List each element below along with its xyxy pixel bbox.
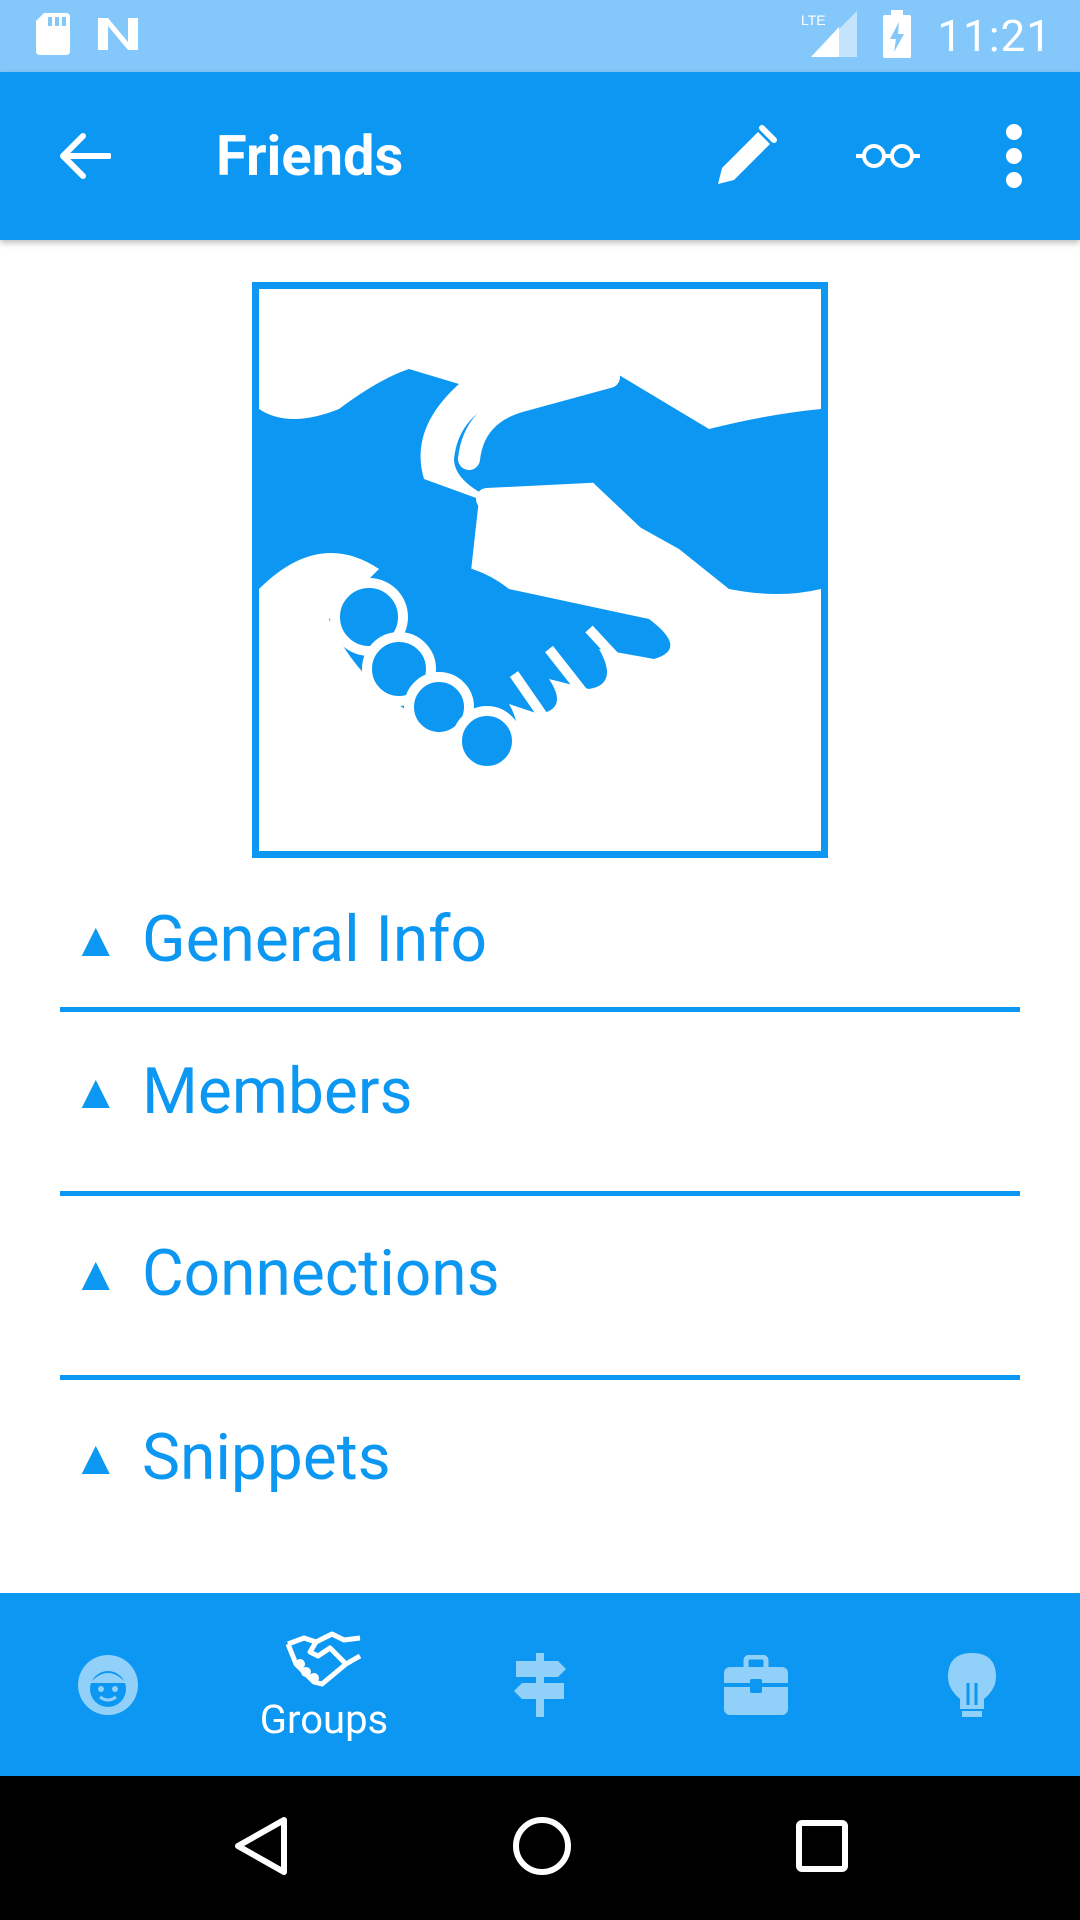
nav-item-work[interactable]: [648, 1593, 864, 1776]
section-general-info[interactable]: ▲ General Info: [60, 878, 1020, 1012]
briefcase-icon: [724, 1654, 788, 1715]
arrow-back-icon: [60, 133, 111, 179]
more-vert-icon: [1006, 124, 1022, 188]
n-notification-icon: [96, 14, 140, 58]
svg-text:LTE: LTE: [801, 12, 826, 28]
section-label: General Info: [142, 902, 487, 977]
back-button[interactable]: [48, 120, 120, 192]
collapse-arrow-icon: ▲: [72, 1429, 120, 1486]
nav-item-people[interactable]: [0, 1593, 216, 1776]
section-connections[interactable]: ▲ Connections: [60, 1196, 1020, 1380]
page-title: Friends: [216, 123, 404, 189]
bottom-navigation: Groups: [0, 1593, 1080, 1776]
section-label: Connections: [142, 1236, 500, 1311]
back-triangle-icon[interactable]: [232, 1816, 288, 1880]
lte-signal-icon: LTE: [801, 11, 858, 61]
section-snippets[interactable]: ▲ Snippets: [60, 1380, 1020, 1560]
nav-label: Groups: [259, 1696, 389, 1743]
group-image[interactable]: [252, 282, 828, 858]
section-label: Snippets: [142, 1420, 391, 1495]
handshake-icon: [259, 366, 821, 776]
signpost-icon: [514, 1652, 566, 1717]
nav-item-groups[interactable]: Groups: [216, 1593, 432, 1776]
status-time: 11:21: [937, 10, 1052, 62]
recents-square-icon[interactable]: [796, 1820, 848, 1876]
sd-card-icon: [36, 13, 70, 59]
handshake-icon: [286, 1631, 362, 1687]
glasses-icon: [856, 144, 920, 168]
app-bar: Friends: [0, 72, 1080, 240]
nav-item-signpost[interactable]: [432, 1593, 648, 1776]
edit-button[interactable]: [706, 116, 786, 196]
system-navigation-bar: [0, 1776, 1080, 1920]
section-members[interactable]: ▲ Members: [60, 1012, 1020, 1196]
collapse-arrow-icon: ▲: [72, 1063, 120, 1120]
more-options-button[interactable]: [974, 116, 1054, 196]
home-circle-icon[interactable]: [512, 1816, 572, 1880]
collapse-arrow-icon: ▲: [72, 1245, 120, 1302]
nav-item-ideas[interactable]: [864, 1593, 1080, 1776]
collapse-arrow-icon: ▲: [72, 911, 120, 968]
status-bar: LTE 11:21: [0, 0, 1080, 72]
person-face-icon: [78, 1654, 138, 1715]
view-button[interactable]: [848, 116, 928, 196]
lightbulb-icon: [948, 1652, 996, 1717]
section-label: Members: [142, 1054, 413, 1129]
battery-charging-icon: [883, 10, 912, 62]
pencil-icon: [718, 125, 777, 184]
